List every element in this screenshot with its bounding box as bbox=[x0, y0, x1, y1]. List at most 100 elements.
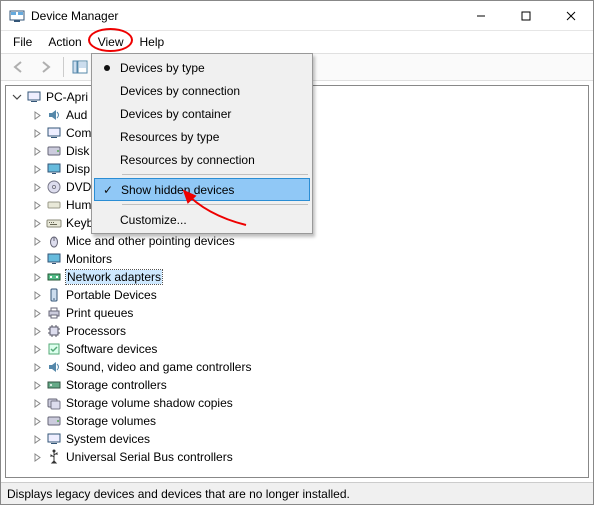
tree-item-label: Disk bbox=[66, 144, 89, 158]
app-icon bbox=[9, 8, 25, 24]
tree-item[interactable]: Storage controllers bbox=[10, 376, 588, 394]
mouse-icon bbox=[46, 233, 62, 249]
check-icon: ✓ bbox=[103, 183, 113, 197]
tree-item-label: Network adapters bbox=[66, 270, 162, 284]
expand-icon[interactable] bbox=[30, 270, 44, 284]
tree-item[interactable]: Network adapters bbox=[10, 268, 588, 286]
close-button[interactable] bbox=[548, 1, 593, 30]
tree-item-label: Storage controllers bbox=[66, 378, 167, 392]
tree-item-label: Software devices bbox=[66, 342, 157, 356]
expand-icon[interactable] bbox=[30, 234, 44, 248]
tree-item[interactable]: Storage volumes bbox=[10, 412, 588, 430]
menu-separator bbox=[122, 174, 308, 175]
tree-item[interactable]: Monitors bbox=[10, 250, 588, 268]
menu-help[interactable]: Help bbox=[132, 33, 173, 51]
tree-item-label: Disp bbox=[66, 162, 90, 176]
audio-icon bbox=[46, 107, 62, 123]
network-icon bbox=[46, 269, 62, 285]
collapse-icon[interactable] bbox=[10, 90, 24, 104]
tree-item-label: Keyb bbox=[66, 216, 93, 230]
expand-icon[interactable] bbox=[30, 432, 44, 446]
expand-icon[interactable] bbox=[30, 180, 44, 194]
expand-icon[interactable] bbox=[30, 288, 44, 302]
tree-item[interactable]: Software devices bbox=[10, 340, 588, 358]
expand-icon[interactable] bbox=[30, 252, 44, 266]
storage-volume-icon bbox=[46, 413, 62, 429]
tree-item-label: System devices bbox=[66, 432, 150, 446]
tree-item-label: Mice and other pointing devices bbox=[66, 234, 235, 248]
computer-icon bbox=[26, 89, 42, 105]
expand-icon[interactable] bbox=[30, 324, 44, 338]
expand-icon[interactable] bbox=[30, 450, 44, 464]
disk-icon bbox=[46, 143, 62, 159]
status-text: Displays legacy devices and devices that… bbox=[7, 487, 350, 501]
menu-file[interactable]: File bbox=[5, 33, 40, 51]
portable-icon bbox=[46, 287, 62, 303]
back-button[interactable] bbox=[7, 55, 31, 79]
usb-icon bbox=[46, 449, 62, 465]
expand-icon[interactable] bbox=[30, 144, 44, 158]
expand-icon[interactable] bbox=[30, 216, 44, 230]
tree-item-label: Portable Devices bbox=[66, 288, 157, 302]
keyboard-icon bbox=[46, 215, 62, 231]
system-icon bbox=[46, 431, 62, 447]
maximize-button[interactable] bbox=[503, 1, 548, 30]
menu-action[interactable]: Action bbox=[40, 33, 89, 51]
tree-item-label: Storage volume shadow copies bbox=[66, 396, 233, 410]
expand-icon[interactable] bbox=[30, 342, 44, 356]
show-hide-tree-button[interactable] bbox=[68, 55, 92, 79]
expand-icon[interactable] bbox=[30, 198, 44, 212]
expand-icon[interactable] bbox=[30, 162, 44, 176]
tree-item[interactable]: Processors bbox=[10, 322, 588, 340]
dvd-icon bbox=[46, 179, 62, 195]
menu-separator bbox=[122, 204, 308, 205]
radio-selected-icon bbox=[104, 65, 110, 71]
menu-resources-by-type[interactable]: Resources by type bbox=[94, 125, 310, 148]
menu-devices-by-container[interactable]: Devices by container bbox=[94, 102, 310, 125]
computer-icon bbox=[46, 125, 62, 141]
menubar: File Action View Help bbox=[1, 31, 593, 53]
menu-resources-by-connection[interactable]: Resources by connection bbox=[94, 148, 310, 171]
statusbar: Displays legacy devices and devices that… bbox=[1, 482, 593, 504]
expand-icon[interactable] bbox=[30, 378, 44, 392]
display-icon bbox=[46, 161, 62, 177]
toolbar-separator bbox=[63, 57, 64, 77]
processor-icon bbox=[46, 323, 62, 339]
forward-button[interactable] bbox=[33, 55, 57, 79]
tree-item[interactable]: Print queues bbox=[10, 304, 588, 322]
printer-icon bbox=[46, 305, 62, 321]
tree-item[interactable]: Universal Serial Bus controllers bbox=[10, 448, 588, 466]
sound-icon bbox=[46, 359, 62, 375]
menu-devices-by-connection[interactable]: Devices by connection bbox=[94, 79, 310, 102]
tree-item[interactable]: Portable Devices bbox=[10, 286, 588, 304]
view-menu-dropdown: Devices by type Devices by connection De… bbox=[91, 53, 313, 234]
tree-item-label: Hum bbox=[66, 198, 91, 212]
minimize-button[interactable] bbox=[458, 1, 503, 30]
tree-item-label: Com bbox=[66, 126, 91, 140]
tree-item-label: Universal Serial Bus controllers bbox=[66, 450, 233, 464]
monitor-icon bbox=[46, 251, 62, 267]
tree-item[interactable]: Storage volume shadow copies bbox=[10, 394, 588, 412]
expand-icon[interactable] bbox=[30, 360, 44, 374]
tree-item-label: Aud bbox=[66, 108, 87, 122]
expand-icon[interactable] bbox=[30, 108, 44, 122]
tree-root-label: PC-Apri bbox=[46, 90, 88, 104]
menu-view[interactable]: View bbox=[90, 33, 132, 51]
expand-icon[interactable] bbox=[30, 396, 44, 410]
menu-customize[interactable]: Customize... bbox=[94, 208, 310, 231]
tree-item[interactable]: Sound, video and game controllers bbox=[10, 358, 588, 376]
expand-icon[interactable] bbox=[30, 306, 44, 320]
menu-show-hidden-devices[interactable]: ✓ Show hidden devices bbox=[94, 178, 310, 201]
expand-icon[interactable] bbox=[30, 414, 44, 428]
menu-devices-by-type[interactable]: Devices by type bbox=[94, 56, 310, 79]
expand-icon[interactable] bbox=[30, 126, 44, 140]
storage-controller-icon bbox=[46, 377, 62, 393]
tree-item[interactable]: System devices bbox=[10, 430, 588, 448]
tree-item-label: Monitors bbox=[66, 252, 112, 266]
shadow-copy-icon bbox=[46, 395, 62, 411]
software-icon bbox=[46, 341, 62, 357]
tree-item[interactable]: Mice and other pointing devices bbox=[10, 232, 588, 250]
tree-item-label: Processors bbox=[66, 324, 126, 338]
tree-item-label: DVD bbox=[66, 180, 91, 194]
tree-item-label: Print queues bbox=[66, 306, 133, 320]
